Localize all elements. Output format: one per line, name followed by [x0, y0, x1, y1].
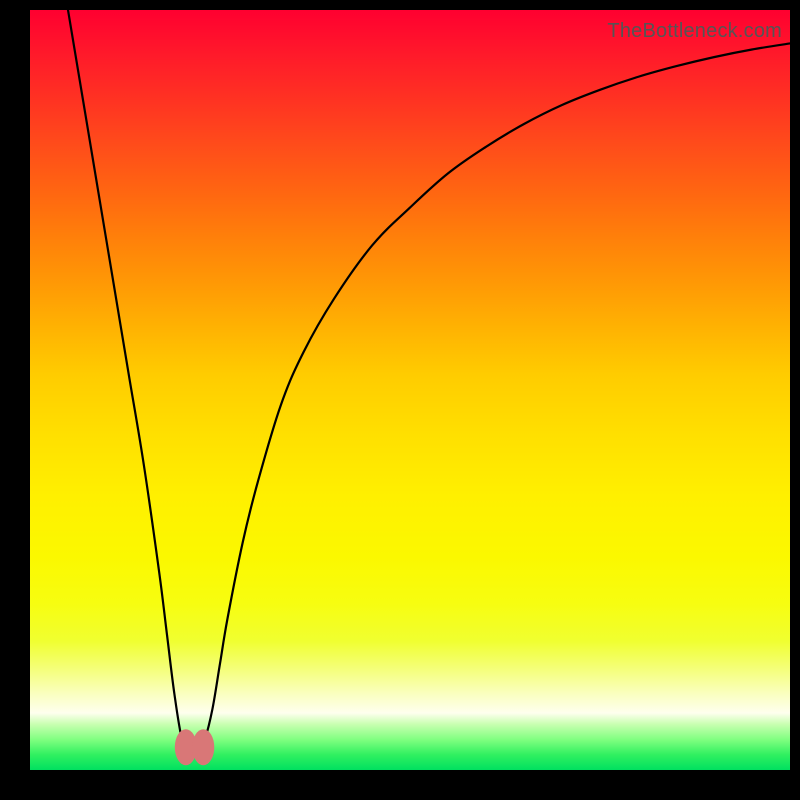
chart-frame: TheBottleneck.com [0, 0, 800, 800]
chart-svg [30, 10, 790, 770]
bottleneck-curve [68, 10, 790, 757]
plot-area: TheBottleneck.com [30, 10, 790, 770]
marker-right [192, 729, 214, 765]
